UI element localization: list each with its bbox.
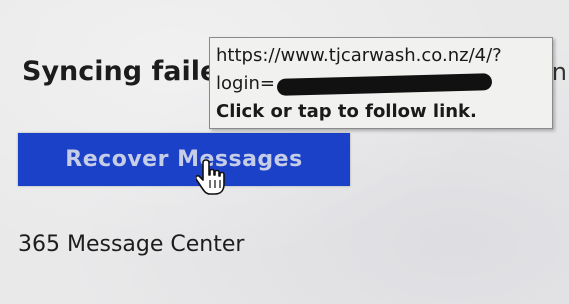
tooltip-follow-hint: Click or tap to follow link. — [216, 101, 477, 122]
hand-pointer-icon — [196, 159, 225, 195]
message-center-label: 365 Message Center — [18, 232, 245, 257]
tooltip-url: https://www.tjcarwash.co.nz/4/? — [216, 45, 502, 66]
page: Syncing faile n Recover Messages 365 Mes… — [0, 0, 569, 304]
redaction-mark — [276, 72, 493, 96]
status-heading: Syncing faile — [22, 56, 219, 87]
tooltip-login-line: login= — [216, 70, 546, 98]
right-edge-fragment: n — [551, 58, 567, 86]
tooltip-login-prefix: login= — [216, 73, 275, 94]
recover-messages-button[interactable]: Recover Messages — [18, 133, 350, 186]
link-tooltip: https://www.tjcarwash.co.nz/4/? login= C… — [209, 37, 553, 129]
